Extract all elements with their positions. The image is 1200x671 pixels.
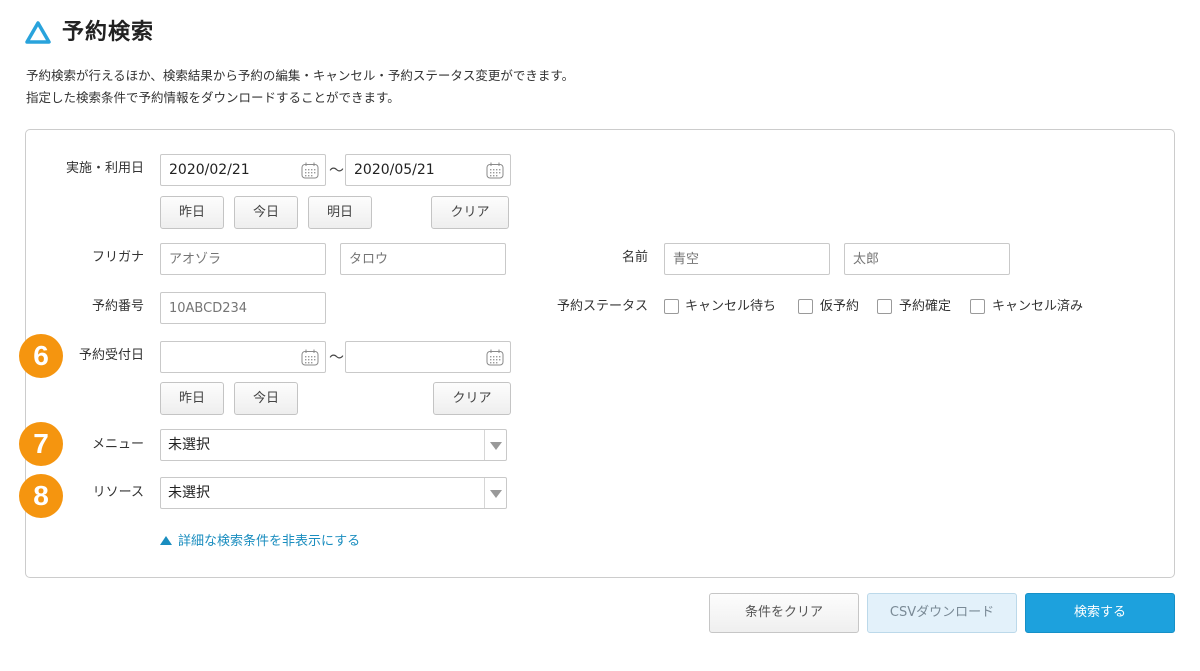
name-last-input[interactable] [664,243,830,275]
usage-date-tomorrow-button[interactable]: 明日 [308,196,372,229]
usage-date-today-button[interactable]: 今日 [234,196,298,229]
status-option-label: キャンセル済み [992,299,1084,314]
furigana-label: フリガナ [91,250,144,265]
usage-date-to-input[interactable]: 2020/05/21 [345,154,511,186]
status-checkbox-confirmed[interactable] [877,299,892,314]
calendar-icon[interactable] [486,162,504,179]
usage-date-from-input[interactable]: 2020/02/21 [160,154,326,186]
reception-date-label: 予約受付日 [78,348,144,363]
usage-date-separator: 〜 [329,161,345,179]
status-checkbox-waitlist[interactable] [664,299,679,314]
calendar-icon[interactable] [486,349,504,366]
status-checkbox-cancelled[interactable] [970,299,985,314]
resource-label: リソース [92,485,144,500]
menu-select[interactable]: 未選択 [160,429,507,461]
furigana-last-input[interactable] [160,243,326,275]
status-option-label: キャンセル待ち [685,299,777,314]
status-option-label: 予約確定 [899,299,952,314]
name-first-input[interactable] [844,243,1010,275]
reception-date-separator: 〜 [329,348,345,366]
reservation-number-input[interactable] [160,292,326,324]
usage-date-yesterday-button[interactable]: 昨日 [160,196,224,229]
calendar-icon[interactable] [301,349,319,366]
hide-advanced-conditions-link[interactable]: 詳細な検索条件を非表示にする [160,533,360,551]
furigana-first-input[interactable] [340,243,506,275]
reception-date-clear-button[interactable]: クリア [433,382,511,415]
reservation-status-label: 予約ステータス [556,299,648,314]
step-badge-6: 6 [19,334,63,378]
chevron-down-icon[interactable] [484,478,506,508]
triangle-up-icon [160,536,172,545]
reception-date-yesterday-button[interactable]: 昨日 [160,382,224,415]
reception-date-today-button[interactable]: 今日 [234,382,298,415]
chevron-down-icon[interactable] [484,430,506,460]
name-label: 名前 [621,250,648,265]
menu-label: メニュー [91,437,144,452]
step-badge-7: 7 [19,422,63,466]
resource-select[interactable]: 未選択 [160,477,507,509]
search-button[interactable]: 検索する [1025,593,1175,633]
app-logo-icon [25,21,51,44]
page-description-line-2: 指定した検索条件で予約情報をダウンロードすることができます。 [26,90,400,105]
reception-date-from-input[interactable] [160,341,326,373]
usage-date-clear-button[interactable]: クリア [431,196,509,229]
usage-date-label: 実施・利用日 [65,161,144,176]
page-title: 予約検索 [62,20,155,45]
page-description-line-1: 予約検索が行えるほか、検索結果から予約の編集・キャンセル・予約ステータス変更がで… [26,68,575,83]
status-option-label: 仮予約 [820,299,860,314]
calendar-icon[interactable] [301,162,319,179]
status-checkbox-tentative[interactable] [798,299,813,314]
reception-date-to-input[interactable] [345,341,511,373]
reservation-number-label: 予約番号 [91,299,144,314]
csv-download-button[interactable]: CSVダウンロード [867,593,1017,633]
clear-conditions-button[interactable]: 条件をクリア [709,593,859,633]
step-badge-8: 8 [19,474,63,518]
